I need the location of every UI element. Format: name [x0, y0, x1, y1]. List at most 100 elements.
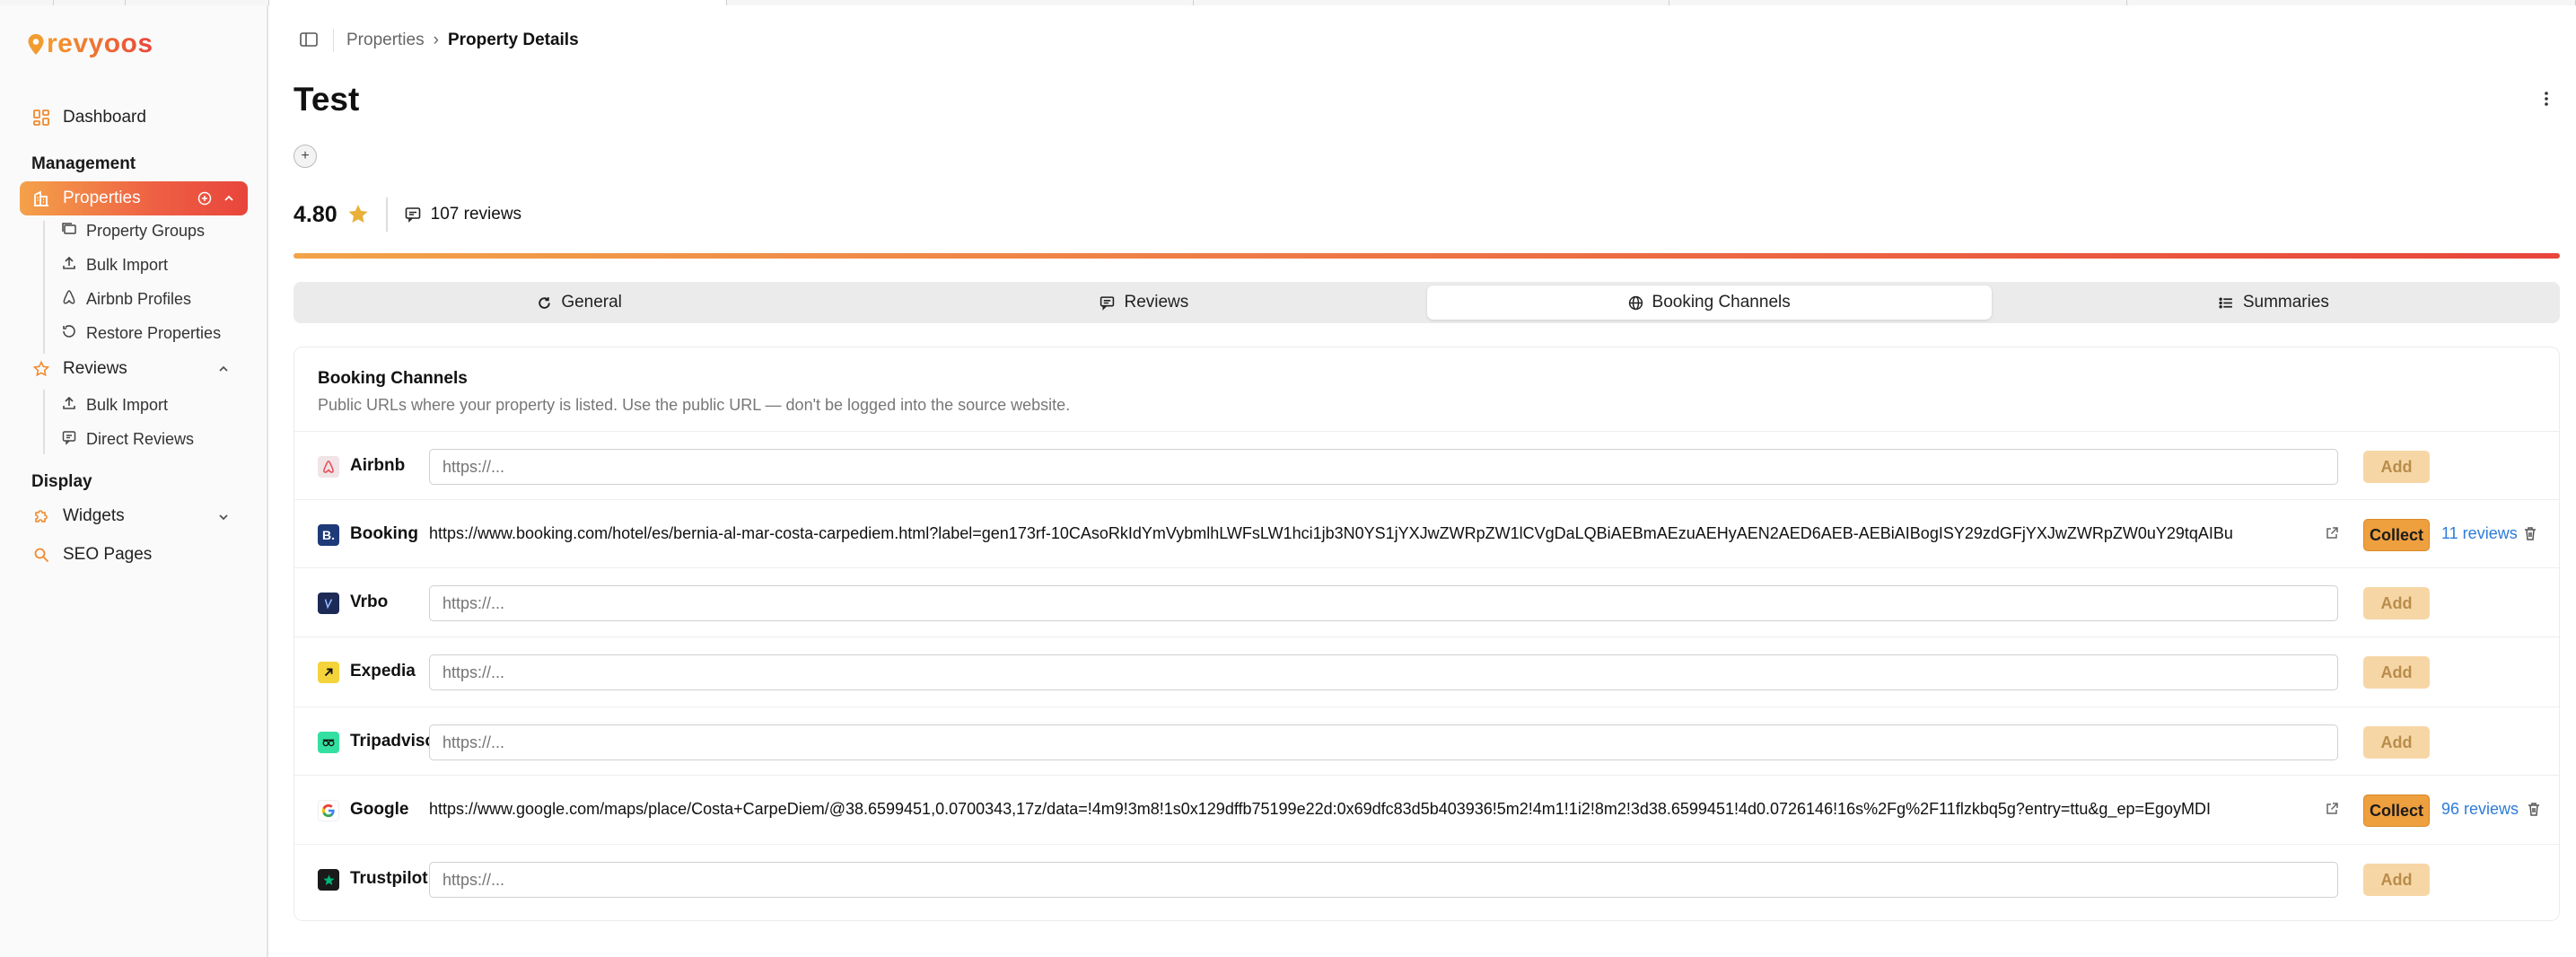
tab-bar: General Reviews Booking Channels Summari…	[294, 282, 2560, 323]
google-url[interactable]: https://www.google.com/maps/place/Costa+…	[429, 800, 2314, 819]
sub-item-label: Bulk Import	[86, 395, 169, 414]
message-icon	[61, 429, 77, 450]
sub-item-label: Restore Properties	[86, 323, 222, 342]
sidebar-item-label: Widgets	[63, 506, 125, 525]
header-bar: Properties › Property Details	[270, 5, 2576, 77]
vrbo-icon	[318, 593, 339, 614]
airbnb-icon	[61, 289, 77, 310]
trustpilot-icon	[318, 869, 339, 891]
globe-icon	[1628, 295, 1643, 311]
message-icon	[404, 206, 422, 224]
sidebar-item-reviews-bulk-import[interactable]: Bulk Import	[61, 391, 168, 418]
building-icon	[32, 189, 50, 207]
add-button[interactable]: Add	[2363, 726, 2430, 759]
sidebar-item-property-groups[interactable]: Property Groups	[61, 217, 205, 244]
sidebar-item-airbnb-profiles[interactable]: Airbnb Profiles	[61, 285, 191, 312]
breadcrumb-properties[interactable]: Properties	[346, 31, 425, 50]
tree-line	[43, 390, 45, 454]
breadcrumb-current: Property Details	[447, 31, 579, 49]
restore-icon	[61, 323, 77, 344]
reviews-link[interactable]: 11 reviews	[2441, 524, 2518, 543]
sidebar-item-label: Reviews	[63, 359, 127, 378]
booking-icon: B.	[318, 524, 339, 546]
airbnb-url-input[interactable]	[429, 449, 2338, 485]
trustpilot-url-input[interactable]	[429, 862, 2338, 898]
collect-button[interactable]: Collect	[2363, 795, 2430, 827]
tab-reviews[interactable]: Reviews	[862, 285, 1426, 320]
section-display: Display	[31, 472, 92, 491]
more-options-icon[interactable]	[2544, 90, 2549, 108]
chevron-up-icon[interactable]	[217, 363, 228, 378]
main-content: Properties › Property Details Test + 4.8…	[270, 5, 2576, 957]
channel-row-booking: B. Booking https://www.booking.com/hotel…	[294, 499, 2559, 567]
vrbo-url-input[interactable]	[429, 585, 2338, 621]
sidebar-item-label: Dashboard	[63, 108, 146, 127]
channel-name: Trustpilot	[350, 869, 428, 888]
sidebar-toggle-icon[interactable]	[299, 31, 319, 48]
upload-icon	[61, 255, 77, 276]
tab-label: Reviews	[1124, 293, 1189, 312]
tab-booking-channels[interactable]: Booking Channels	[1426, 285, 1992, 320]
channel-name: Booking	[350, 524, 418, 543]
rating-score: 4.80	[294, 201, 337, 227]
brand-logo[interactable]: revyoos	[27, 29, 153, 59]
add-button[interactable]: Add	[2363, 656, 2430, 689]
tree-line	[43, 221, 45, 354]
channel-row-tripadvisor: Tripadvisor Add	[294, 707, 2559, 775]
section-management: Management	[31, 154, 136, 173]
trash-icon[interactable]	[2522, 525, 2538, 541]
add-button[interactable]: Add	[2363, 864, 2430, 896]
airbnb-icon	[318, 456, 339, 478]
folders-icon	[61, 221, 77, 241]
sidebar-item-dashboard[interactable]: Dashboard	[20, 101, 248, 135]
expedia-url-input[interactable]	[429, 654, 2338, 690]
collect-button[interactable]: Collect	[2363, 519, 2430, 551]
sidebar-item-label: Properties	[63, 189, 141, 207]
sub-item-label: Bulk Import	[86, 255, 169, 274]
message-icon	[1100, 295, 1115, 311]
tab-general[interactable]: General	[297, 285, 862, 320]
card-title: Booking Channels	[318, 369, 468, 388]
breadcrumb-separator: ›	[433, 31, 439, 49]
reviews-count[interactable]: 107 reviews	[404, 205, 521, 224]
list-icon	[2219, 295, 2234, 311]
external-link-icon[interactable]	[2325, 802, 2339, 816]
refresh-icon	[537, 295, 552, 311]
tab-label: Summaries	[2242, 293, 2329, 312]
reviews-link[interactable]: 96 reviews	[2441, 800, 2519, 819]
sidebar-item-reviews[interactable]: Reviews	[20, 352, 248, 386]
rating-summary: 4.80 107 reviews	[294, 196, 521, 233]
channel-row-trustpilot: Trustpilot Add	[294, 844, 2559, 912]
dashboard-icon	[32, 109, 50, 127]
logo-text: revyoos	[47, 29, 153, 58]
channel-row-vrbo: Vrbo Add	[294, 567, 2559, 636]
add-button[interactable]: Add	[2363, 451, 2430, 483]
trash-icon[interactable]	[2526, 801, 2542, 817]
sub-item-label: Airbnb Profiles	[86, 289, 192, 308]
add-circle-icon[interactable]	[197, 191, 212, 206]
booking-url[interactable]: https://www.booking.com/hotel/es/bernia-…	[429, 524, 2314, 543]
sidebar-item-direct-reviews[interactable]: Direct Reviews	[61, 426, 194, 452]
sidebar-item-properties[interactable]: Properties	[20, 181, 248, 215]
divider	[385, 198, 388, 232]
card-description: Public URLs where your property is liste…	[318, 396, 1071, 414]
sidebar-item-widgets[interactable]: Widgets	[20, 499, 248, 533]
sidebar: revyoos Dashboard Management Properties …	[0, 5, 268, 957]
add-tag-button[interactable]: +	[294, 145, 317, 168]
star-icon	[346, 203, 370, 226]
reviews-count-label: 107 reviews	[430, 205, 522, 224]
sidebar-item-bulk-import[interactable]: Bulk Import	[61, 251, 168, 278]
tab-summaries[interactable]: Summaries	[1992, 285, 2556, 320]
external-link-icon[interactable]	[2325, 526, 2339, 540]
sub-item-label: Direct Reviews	[86, 429, 195, 448]
sidebar-item-restore-properties[interactable]: Restore Properties	[61, 320, 221, 347]
tripadvisor-icon	[318, 732, 339, 753]
divider	[333, 29, 334, 52]
channel-row-google: Google https://www.google.com/maps/place…	[294, 775, 2559, 843]
tripadvisor-url-input[interactable]	[429, 724, 2338, 760]
page-title: Test	[294, 81, 360, 118]
chevron-down-icon[interactable]	[217, 511, 228, 526]
add-button[interactable]: Add	[2363, 587, 2430, 619]
chevron-up-icon[interactable]	[223, 192, 235, 205]
sidebar-item-seo-pages[interactable]: SEO Pages	[20, 538, 248, 572]
